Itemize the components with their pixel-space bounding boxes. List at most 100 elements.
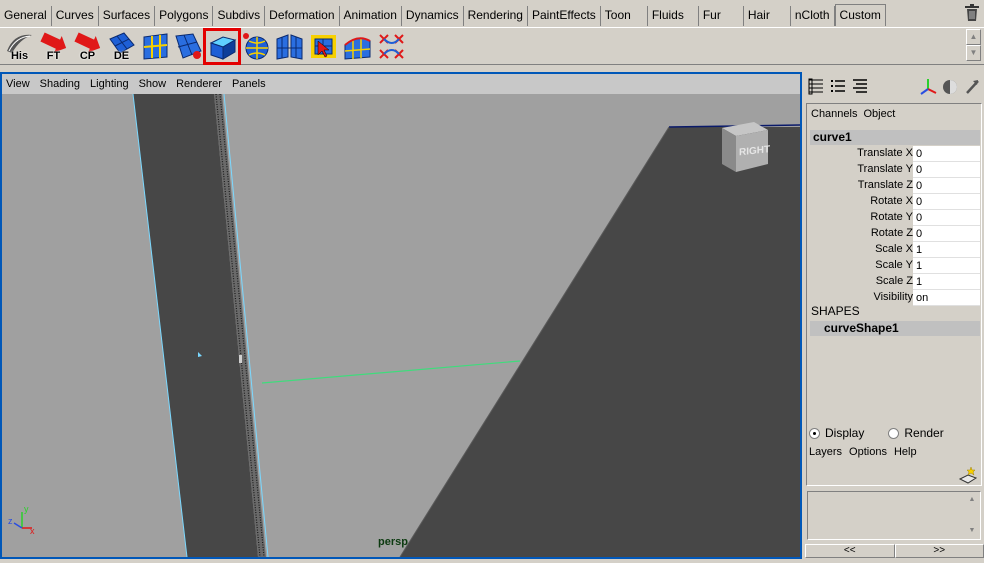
- menu-layers[interactable]: Layers: [809, 446, 842, 458]
- right-panel: Channels Object curve1 Translate X 0 Tra…: [805, 72, 984, 563]
- channel-box-menu: Channels Object: [811, 108, 901, 120]
- subdiv-sphere-button[interactable]: [241, 31, 272, 62]
- view-cube[interactable]: RIGHT: [714, 118, 774, 174]
- shelf-tab-rendering[interactable]: Rendering: [464, 6, 528, 26]
- layer-list-scrollbar[interactable]: ▲ ▼: [965, 493, 979, 538]
- shelf-tab-fur[interactable]: Fur: [699, 6, 744, 26]
- layer-prev-button[interactable]: <<: [805, 544, 895, 558]
- scene-canvas[interactable]: [2, 94, 800, 557]
- shelf-tab-curves[interactable]: Curves: [52, 6, 99, 26]
- axis-gizmo: y z x: [8, 504, 35, 534]
- attr-row-translate-y[interactable]: Translate Y 0: [810, 162, 980, 178]
- shading-sphere-icon[interactable]: [941, 77, 959, 97]
- subdiv-mirror-icon: [274, 31, 305, 62]
- menu-lighting[interactable]: Lighting: [90, 78, 129, 90]
- attr-row-rotate-x[interactable]: Rotate X 0: [810, 194, 980, 210]
- channel-box-toolbar: [805, 77, 984, 99]
- menu-channels[interactable]: Channels: [811, 108, 857, 120]
- new-layer-icon[interactable]: [958, 465, 978, 485]
- shelf-tab-bar: General Curves Surfaces Polygons Subdivs…: [0, 4, 984, 26]
- pick-arrow-icon[interactable]: [963, 77, 981, 97]
- menu-show[interactable]: Show: [139, 78, 167, 90]
- subdiv-sphere-icon: [241, 31, 272, 62]
- display-radio[interactable]: [809, 427, 820, 439]
- highlight-box: [203, 28, 241, 65]
- shelf-tab-subdivs[interactable]: Subdivs: [213, 6, 266, 26]
- attr-value[interactable]: on: [913, 290, 980, 306]
- display-radio-label: Display: [825, 426, 865, 440]
- delete-edge-button[interactable]: DE: [106, 31, 137, 62]
- subdiv-collapse-button[interactable]: [376, 31, 407, 62]
- shelf-tab-surfaces[interactable]: Surfaces: [99, 6, 156, 26]
- attr-row-translate-x[interactable]: Translate X 0: [810, 146, 980, 162]
- attr-value[interactable]: 1: [913, 274, 980, 290]
- shelf-tab-animation[interactable]: Animation: [340, 6, 402, 26]
- history-button[interactable]: His: [4, 31, 35, 62]
- shelf-tab-fluids[interactable]: Fluids: [648, 6, 699, 26]
- subdiv-proxy-icon: [173, 31, 204, 62]
- shelf-tab-dynamics[interactable]: Dynamics: [402, 6, 464, 26]
- menu-options[interactable]: Options: [849, 446, 887, 458]
- shelf-tab-deformation[interactable]: Deformation: [265, 6, 340, 26]
- menu-help[interactable]: Help: [894, 446, 917, 458]
- object-name[interactable]: curve1: [810, 130, 980, 145]
- menu-object[interactable]: Object: [863, 108, 895, 120]
- scroll-down-icon[interactable]: ▼: [965, 524, 979, 538]
- attr-row-translate-z[interactable]: Translate Z 0: [810, 178, 980, 194]
- camera-label: persp: [378, 536, 408, 548]
- scroll-down-icon[interactable]: ▼: [966, 45, 981, 61]
- channel-layer-icon[interactable]: [851, 77, 869, 97]
- center-pivot-button[interactable]: CP: [72, 31, 103, 62]
- attr-row-rotate-z[interactable]: Rotate Z 0: [810, 226, 980, 242]
- perspective-viewport[interactable]: View Shading Lighting Show Renderer Pane…: [0, 72, 802, 559]
- menu-renderer[interactable]: Renderer: [176, 78, 222, 90]
- attr-value[interactable]: 0: [913, 210, 980, 226]
- subdiv-plane-button[interactable]: [342, 31, 373, 62]
- render-radio[interactable]: [888, 427, 900, 439]
- svg-text:y: y: [24, 504, 29, 514]
- menu-view[interactable]: View: [6, 78, 30, 90]
- attr-value[interactable]: 0: [913, 226, 980, 242]
- subdiv-select-button[interactable]: [308, 31, 339, 62]
- freeze-transformations-button[interactable]: FT: [38, 31, 69, 62]
- attr-row-rotate-y[interactable]: Rotate Y 0: [810, 210, 980, 226]
- viewport-menu-bar: View Shading Lighting Show Renderer Pane…: [2, 74, 800, 94]
- attr-value[interactable]: 0: [913, 194, 980, 210]
- menu-shading[interactable]: Shading: [40, 78, 80, 90]
- shape-name[interactable]: curveShape1: [810, 321, 980, 336]
- menu-panels[interactable]: Panels: [232, 78, 266, 90]
- layer-next-button[interactable]: >>: [894, 544, 984, 558]
- subdiv-mirror-button[interactable]: [274, 31, 305, 62]
- attr-value[interactable]: 0: [913, 146, 980, 162]
- attr-value[interactable]: 0: [913, 178, 980, 194]
- svg-text:x: x: [30, 526, 35, 534]
- layer-menu: Layers Options Help: [809, 446, 924, 458]
- shelf-tab-painteffects[interactable]: PaintEffects: [528, 6, 601, 26]
- attr-value[interactable]: 1: [913, 258, 980, 274]
- shelf-tab-general[interactable]: General: [0, 6, 52, 26]
- attr-row-scale-y[interactable]: Scale Y 1: [810, 258, 980, 274]
- axis-manipulator-icon[interactable]: [919, 77, 937, 97]
- shelf-tab-hair[interactable]: Hair: [744, 6, 791, 26]
- layer-mode-radios: Display Render: [809, 425, 968, 441]
- scroll-up-icon[interactable]: ▲: [966, 29, 981, 45]
- shelf-tab-custom[interactable]: Custom: [834, 4, 886, 26]
- attr-value[interactable]: 0: [913, 162, 980, 178]
- subdiv-surface-icon: [140, 31, 171, 62]
- shelf-scrollbar[interactable]: ▲ ▼: [966, 29, 981, 63]
- subdiv-proxy-button[interactable]: [173, 31, 204, 62]
- attr-value[interactable]: 1: [913, 242, 980, 258]
- attr-row-scale-x[interactable]: Scale X 1: [810, 242, 980, 258]
- shapes-header: SHAPES: [811, 304, 860, 318]
- shelf-tab-toon[interactable]: Toon: [601, 6, 648, 26]
- channel-box-icon[interactable]: [807, 77, 825, 97]
- layer-list[interactable]: ▲ ▼: [807, 491, 981, 540]
- attr-row-scale-z[interactable]: Scale Z 1: [810, 274, 980, 290]
- shelf-tab-ncloth[interactable]: nCloth: [791, 6, 835, 26]
- subdiv-edit-button[interactable]: [140, 31, 171, 62]
- scroll-up-icon[interactable]: ▲: [965, 493, 979, 507]
- shelf-tab-polygons[interactable]: Polygons: [155, 6, 214, 26]
- trash-icon[interactable]: [964, 4, 980, 22]
- shelf: His FT CP DE ▲ ▼: [0, 27, 984, 65]
- layer-editor-icon[interactable]: [829, 77, 847, 97]
